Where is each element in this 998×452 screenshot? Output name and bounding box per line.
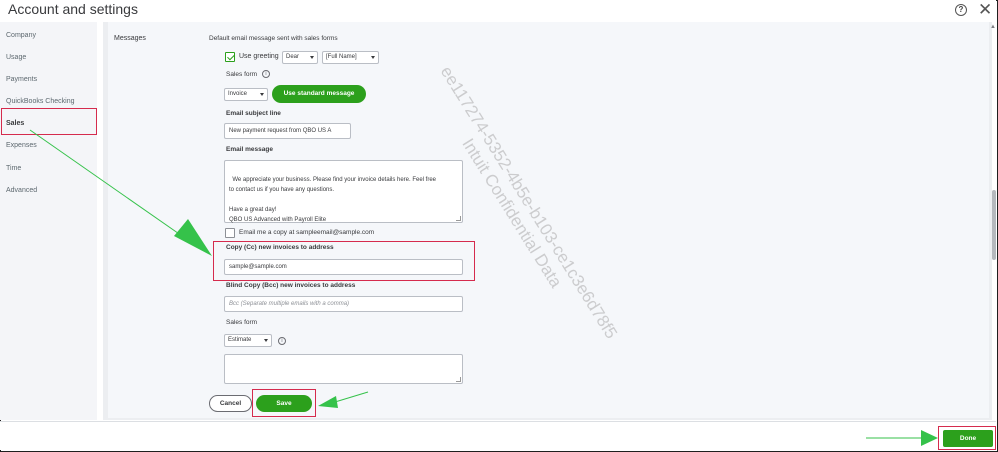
scroll-up-icon[interactable]: ▲ — [990, 24, 996, 30]
sidebar-item-time[interactable]: Time — [6, 165, 21, 172]
sidebar-item-company[interactable]: Company — [6, 32, 36, 39]
chevron-down-icon — [264, 339, 268, 342]
use-standard-message-button[interactable]: Use standard message — [272, 85, 366, 103]
chevron-down-icon — [371, 56, 375, 59]
cc-label: Copy (Cc) new invoices to address — [226, 244, 334, 251]
bcc-input[interactable]: Bcc (Separate multiple emails with a com… — [224, 296, 463, 312]
estimate-message-textarea[interactable] — [224, 354, 463, 384]
cancel-button[interactable]: Cancel — [209, 395, 252, 412]
chevron-down-icon — [310, 56, 314, 59]
close-icon[interactable]: ✕ — [978, 1, 992, 19]
done-button[interactable]: Done — [943, 430, 993, 447]
estimate-sales-form-select-value: Estimate — [228, 337, 252, 343]
sidebar-item-expenses[interactable]: Expenses — [6, 142, 37, 149]
sales-form-select[interactable]: Invoice — [224, 88, 268, 101]
save-button[interactable]: Save — [256, 395, 312, 412]
chevron-down-icon — [260, 93, 264, 96]
resize-grip-icon[interactable] — [456, 377, 461, 382]
email-message-label: Email message — [226, 146, 273, 153]
resize-grip-icon[interactable] — [456, 216, 461, 221]
sidebar-item-payments[interactable]: Payments — [6, 76, 37, 83]
email-subject-label: Email subject line — [226, 110, 281, 117]
bcc-label: Blind Copy (Bcc) new invoices to address — [226, 282, 356, 289]
greeting-select[interactable]: Dear — [282, 51, 318, 64]
sales-form-select-value: Invoice — [228, 91, 248, 97]
info-icon[interactable]: i — [278, 337, 286, 345]
name-select-value: [Full Name] — [326, 54, 357, 60]
use-greeting-label: Use greeting — [239, 53, 279, 60]
sidebar-item-quickbooks-checking[interactable]: QuickBooks Checking — [6, 98, 74, 105]
sidebar-item-usage[interactable]: Usage — [6, 54, 26, 61]
email-message-text: We appreciate your business. Please find… — [229, 177, 437, 223]
messages-section-label: Messages — [114, 35, 146, 42]
use-greeting-checkbox[interactable] — [225, 52, 235, 62]
cc-input[interactable]: sample@sample.com — [224, 259, 463, 275]
messages-intro-text: Default email message sent with sales fo… — [209, 35, 338, 42]
sales-form-label: Sales form — [226, 71, 258, 78]
name-select[interactable]: [Full Name] — [322, 51, 379, 64]
email-message-textarea[interactable]: We appreciate your business. Please find… — [224, 160, 463, 223]
info-icon[interactable]: i — [262, 70, 270, 78]
estimate-sales-form-label: Sales form — [226, 319, 258, 326]
footer-bar — [0, 421, 996, 450]
estimate-sales-form-select[interactable]: Estimate — [224, 334, 272, 347]
greeting-select-value: Dear — [286, 54, 300, 60]
email-subject-input[interactable]: New payment request from QBO US A — [224, 123, 351, 139]
sales-highlight-box — [1, 108, 97, 135]
email-copy-checkbox[interactable] — [225, 228, 235, 238]
page-title: Account and settings — [8, 1, 138, 17]
help-icon[interactable]: ? — [955, 4, 967, 16]
email-copy-label: Email me a copy at sampleemail@sample.co… — [239, 229, 375, 236]
window-header: Account and settings ? ✕ — [0, 0, 996, 22]
settings-sidebar: Company Usage Payments QuickBooks Checki… — [0, 22, 97, 420]
scrollbar-thumb[interactable] — [992, 190, 996, 260]
sidebar-item-advanced[interactable]: Advanced — [6, 187, 37, 194]
